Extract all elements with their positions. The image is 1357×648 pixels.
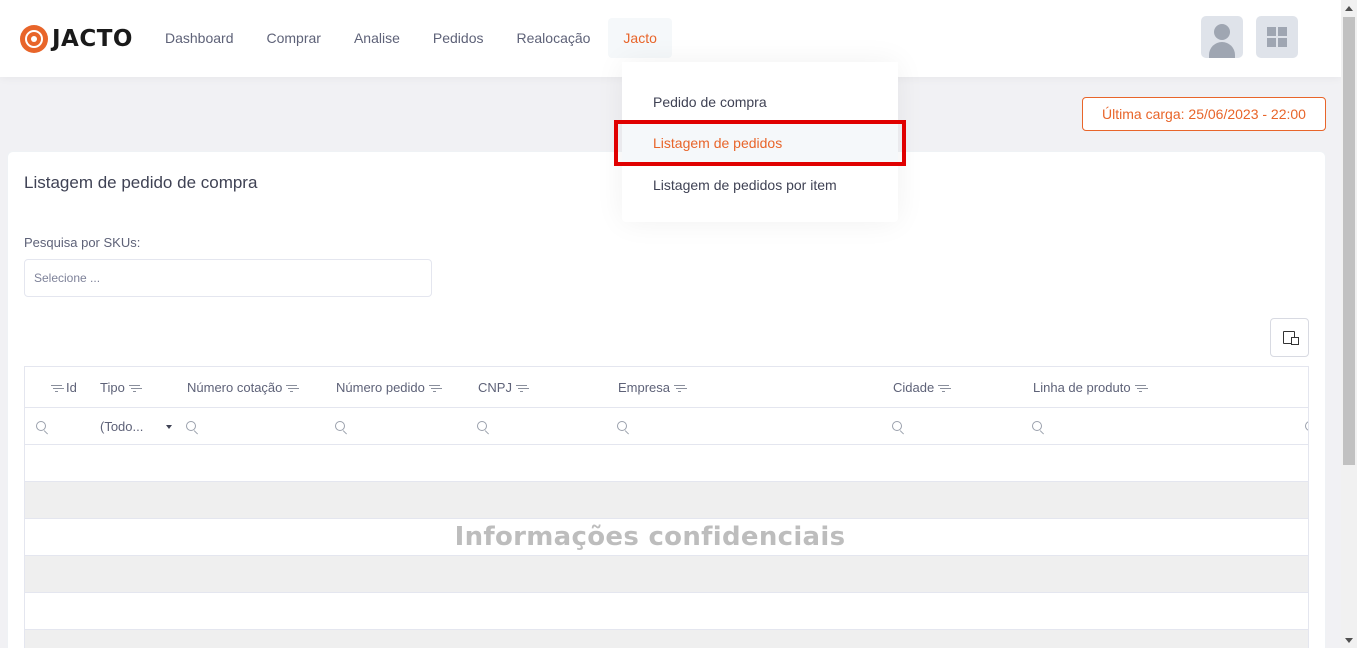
nav-item-realocacao[interactable]: Realocação [501,18,605,58]
confidential-overlay: Informações confidenciais [454,522,846,552]
search-icon[interactable] [477,421,489,433]
nav-item-analise[interactable]: Analise [339,18,415,58]
grid-filter-row: (Todo... [25,408,1308,445]
last-load-badge: Última carga: 25/06/2023 - 22:00 [1082,97,1326,131]
main-nav: Dashboard Comprar Analise Pedidos Realoc… [150,18,675,58]
search-icon[interactable] [1032,421,1044,433]
search-icon[interactable] [335,421,347,433]
column-header-cidade[interactable]: Cidade [893,367,950,408]
page-title: Listagem de pedido de compra [24,173,258,192]
column-header-tipo[interactable]: Tipo [100,367,140,408]
menu-item-pedido-de-compra[interactable]: Pedido de compra [622,83,898,121]
search-icon[interactable] [186,421,198,433]
export-button[interactable] [1270,318,1309,357]
grid-header-row: Id Tipo Número cotação Número pedido CNP… [25,367,1308,408]
nav-item-jacto[interactable]: Jacto [608,18,672,58]
column-header-numero-pedido[interactable]: Número pedido [336,367,440,408]
user-avatar-icon[interactable] [1201,16,1243,58]
sort-filter-icon [938,384,950,393]
menu-item-listagem-de-pedidos-por-item[interactable]: Listagem de pedidos por item [622,166,898,204]
column-header-cnpj[interactable]: CNPJ [478,367,527,408]
column-header-linha-de-produto[interactable]: Linha de produto [1033,367,1146,408]
jacto-logo-icon [20,25,48,53]
scroll-down-icon[interactable] [1345,638,1353,643]
nav-item-pedidos[interactable]: Pedidos [418,18,499,58]
search-icon[interactable] [892,421,904,433]
orders-grid: Id Tipo Número cotação Número pedido CNP… [24,366,1309,648]
annotation-highlight-box [614,120,906,166]
search-icon[interactable] [36,421,48,433]
nav-item-comprar[interactable]: Comprar [252,18,336,58]
sort-filter-icon [51,384,62,393]
scroll-up-icon[interactable] [1345,6,1353,11]
sort-filter-icon [1134,384,1146,393]
search-icon[interactable] [1305,421,1308,433]
brand-name: JACTO [52,26,133,52]
sort-filter-icon [674,384,686,393]
column-header-empresa[interactable]: Empresa [618,367,686,408]
table-row[interactable] [25,630,1308,648]
table-row[interactable] [25,593,1308,630]
tipo-filter-select[interactable]: (Todo... [100,408,172,445]
sort-filter-icon [515,384,527,393]
table-row[interactable] [25,482,1308,519]
brand-logo[interactable]: JACTO [20,25,133,53]
column-header-numero-cotacao[interactable]: Número cotação [187,367,298,408]
scrollbar-thumb[interactable] [1343,17,1355,465]
nav-item-dashboard[interactable]: Dashboard [150,18,249,58]
table-row[interactable] [25,445,1308,482]
column-header-id[interactable]: Id [51,367,77,408]
chevron-down-icon [166,425,172,429]
table-row[interactable] [25,556,1308,593]
sku-search-input[interactable] [24,259,432,297]
sort-filter-icon [128,384,140,393]
search-icon[interactable] [617,421,629,433]
apps-grid-icon[interactable] [1256,16,1298,58]
sort-filter-icon [428,384,440,393]
sort-filter-icon [286,384,298,393]
page-scrollbar[interactable] [1341,0,1357,648]
search-label: Pesquisa por SKUs: [24,235,141,250]
